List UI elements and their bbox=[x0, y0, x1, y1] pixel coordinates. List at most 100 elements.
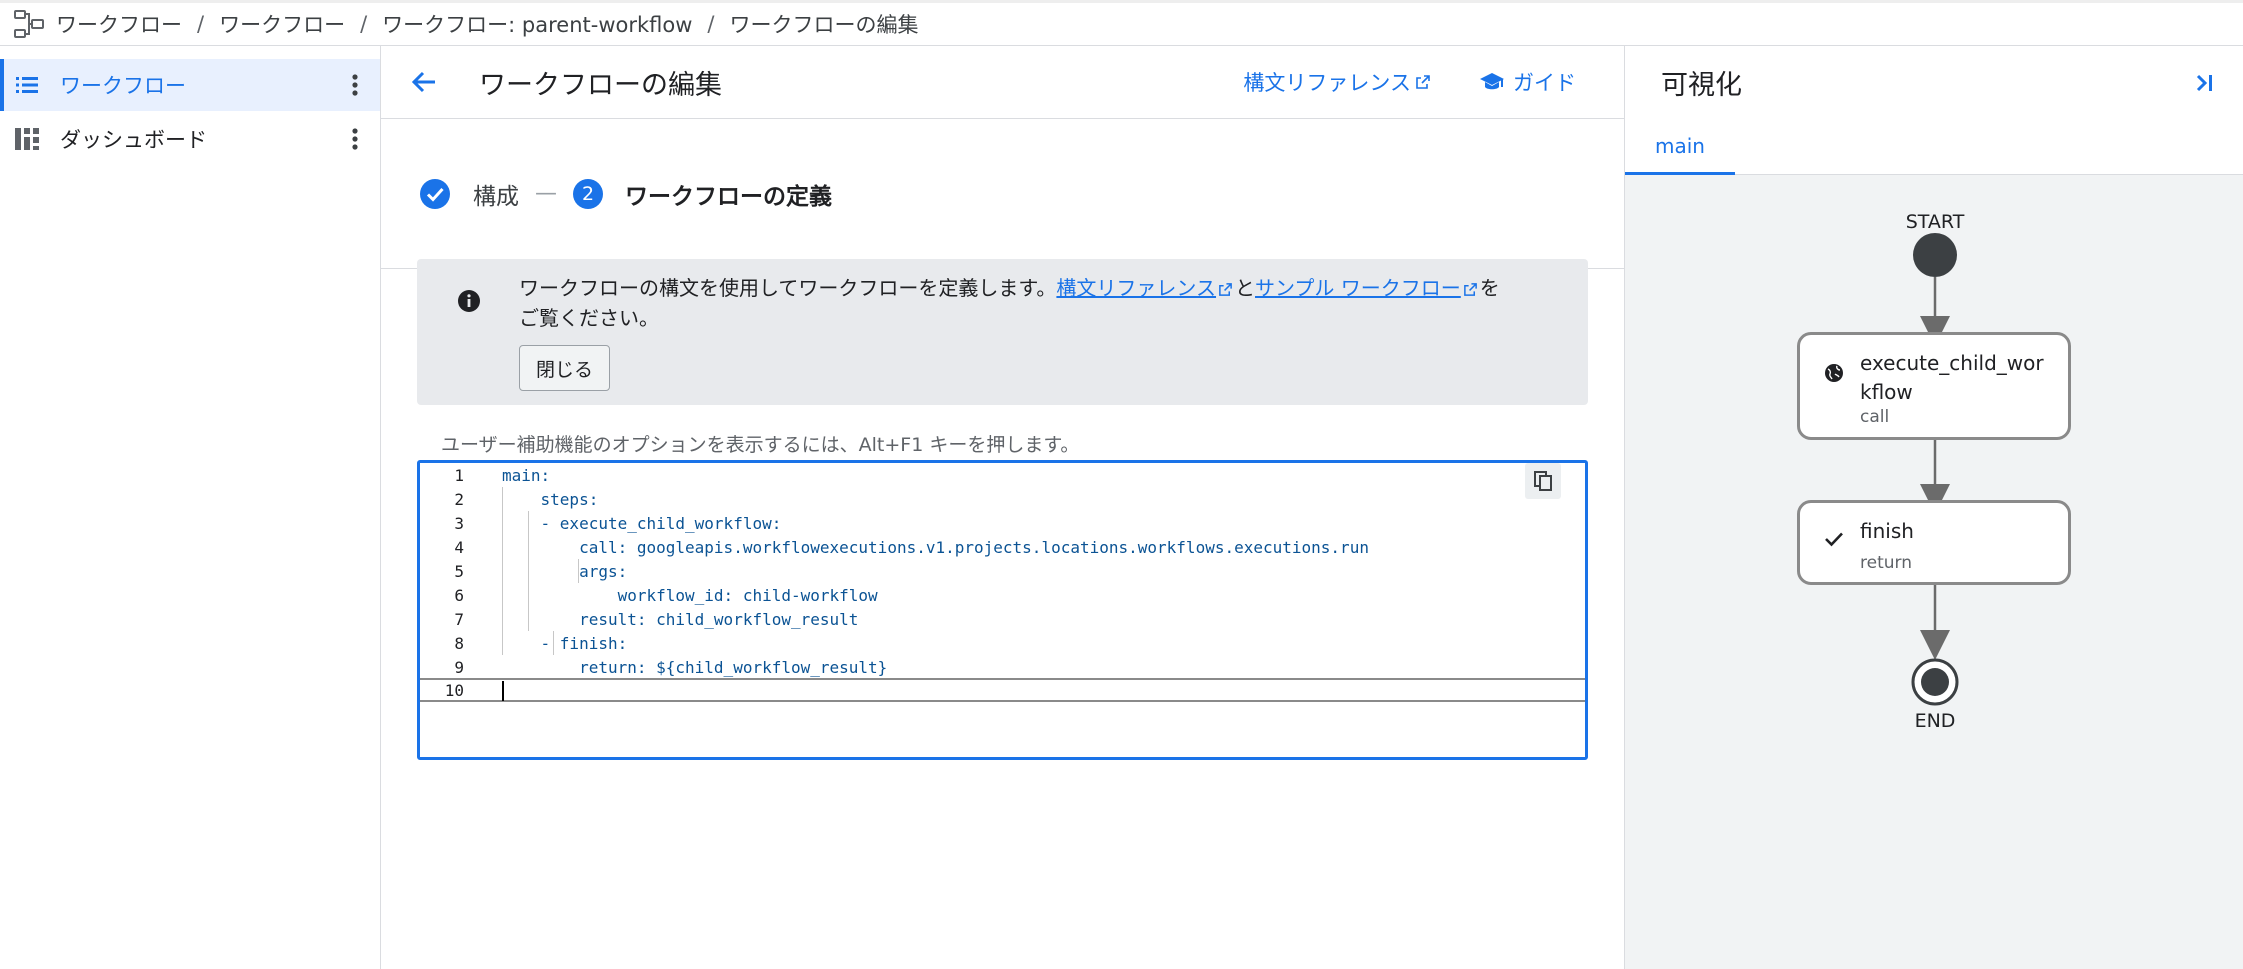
collapse-panel-icon[interactable] bbox=[2190, 68, 2220, 98]
line-number: 4 bbox=[454, 537, 464, 557]
line-number: 3 bbox=[454, 513, 464, 533]
code-line: 3 - execute_child_workflow: bbox=[420, 511, 1585, 535]
code-line: 2 steps: bbox=[420, 487, 1585, 511]
code-text: call: googleapis.workflowexecutions.v1.p… bbox=[502, 537, 1369, 557]
code-text: - finish: bbox=[502, 633, 628, 653]
step-2-label: ワークフローの定義 bbox=[625, 183, 832, 210]
breadcrumb-separator: / bbox=[707, 12, 715, 36]
step-1-label[interactable]: 構成 bbox=[473, 177, 519, 211]
code-text: args: bbox=[502, 561, 628, 581]
info-sample-workflow-link[interactable]: サンプル ワークフロー bbox=[1255, 276, 1461, 300]
list-icon bbox=[16, 77, 38, 93]
info-icon bbox=[458, 290, 480, 312]
guide-label: ガイド bbox=[1513, 71, 1576, 95]
line-number: 6 bbox=[454, 585, 464, 605]
end-node bbox=[1921, 668, 1949, 696]
code-line: 8 - finish: bbox=[420, 631, 1585, 655]
visualization-title: 可視化 bbox=[1661, 70, 1742, 101]
tab-main[interactable]: main bbox=[1625, 119, 1735, 175]
step-2-number: 2 bbox=[573, 178, 603, 209]
end-label: END bbox=[1914, 710, 1956, 732]
open-in-new-icon bbox=[1463, 283, 1477, 296]
breadcrumb-separator: / bbox=[197, 12, 205, 36]
page-title: ワークフローの編集 bbox=[479, 69, 722, 101]
copy-button[interactable] bbox=[1525, 463, 1561, 499]
node-name: finish bbox=[1860, 519, 1914, 543]
sidebar: ワークフロー ダッシュボード bbox=[0, 46, 381, 969]
node-name: execute_child_wor kflow bbox=[1860, 349, 2044, 407]
sidebar-item-label: ダッシュボード bbox=[60, 128, 207, 152]
code-editor[interactable]: 1 main: 2 steps: 3 - execute_child_workf… bbox=[417, 460, 1588, 760]
breadcrumb-item-workflows-2[interactable]: ワークフロー bbox=[219, 9, 345, 39]
code-text: main: bbox=[502, 465, 551, 485]
code-text: steps: bbox=[502, 489, 599, 509]
text-cursor bbox=[502, 681, 504, 701]
more-vert-icon[interactable] bbox=[350, 126, 360, 152]
sidebar-item-label: ワークフロー bbox=[60, 74, 186, 98]
sidebar-item-dashboard[interactable]: ダッシュボード bbox=[0, 113, 380, 165]
info-banner: ワークフローの構文を使用してワークフローを定義します。構文リファレンス とサンプル… bbox=[417, 259, 1588, 405]
syntax-reference-link[interactable]: 構文リファレンス bbox=[1243, 67, 1431, 97]
school-icon bbox=[1480, 73, 1504, 90]
copy-icon bbox=[1534, 471, 1552, 491]
step-separator: — bbox=[535, 181, 557, 206]
line-number: 10 bbox=[444, 680, 464, 700]
start-label: START bbox=[1905, 211, 1965, 233]
open-in-new-icon bbox=[1416, 75, 1430, 89]
info-text-before: ワークフローの構文を使用してワークフローを定義します。 bbox=[519, 276, 1057, 300]
syntax-reference-label: 構文リファレンス bbox=[1243, 71, 1411, 95]
info-message: ワークフローの構文を使用してワークフローを定義します。構文リファレンス とサンプル… bbox=[519, 273, 1559, 333]
breadcrumb-separator: / bbox=[360, 12, 368, 36]
guide-link[interactable]: ガイド bbox=[1479, 67, 1576, 97]
check-icon bbox=[1825, 532, 1843, 547]
breadcrumb-item-workflows[interactable]: ワークフロー bbox=[56, 9, 182, 39]
code-text: workflow_id: child-workflow bbox=[502, 585, 878, 605]
code-line-current[interactable]: 10 bbox=[420, 678, 1585, 702]
back-arrow-icon[interactable] bbox=[407, 65, 441, 99]
node-name-line1: execute_child_wor bbox=[1860, 351, 2044, 375]
code-line: 5 args: bbox=[420, 559, 1585, 583]
code-line: 6 workflow_id: child-workflow bbox=[420, 583, 1585, 607]
line-number: 5 bbox=[454, 561, 464, 581]
start-node bbox=[1913, 233, 1957, 277]
workflows-product-icon bbox=[14, 10, 44, 38]
code-line: 4 call: googleapis.workflowexecutions.v1… bbox=[420, 535, 1585, 559]
breadcrumb: ワークフロー / ワークフロー / ワークフロー: parent-workflo… bbox=[0, 0, 2243, 46]
node-type: return bbox=[1860, 553, 1912, 573]
stepper: 構成 — 2 ワークフローの定義 bbox=[381, 119, 1624, 269]
code-line: 7 result: child_workflow_result bbox=[420, 607, 1585, 631]
info-text-mid: と bbox=[1235, 276, 1256, 300]
code-text: return: ${child_workflow_result} bbox=[502, 657, 888, 677]
line-number: 7 bbox=[454, 609, 464, 629]
info-text-after: を bbox=[1479, 276, 1500, 300]
accessibility-hint: ユーザー補助機能のオプションを表示するには、Alt+F1 キーを押します。 bbox=[441, 434, 1080, 456]
page-header: ワークフローの編集 構文リファレンス ガイド bbox=[381, 46, 1624, 119]
code-line: 9 return: ${child_workflow_result} bbox=[420, 655, 1585, 679]
close-button[interactable]: 閉じる bbox=[519, 345, 611, 391]
more-vert-icon[interactable] bbox=[350, 72, 360, 98]
node-execute-child-workflow[interactable]: execute_child_wor kflow call bbox=[1797, 332, 2071, 440]
node-type: call bbox=[1860, 407, 1890, 427]
info-text-line2: ご覧ください。 bbox=[519, 306, 659, 330]
main-content: ワークフローの編集 構文リファレンス ガイド 構成 — 2 ワークフローの定義 bbox=[381, 46, 1624, 969]
line-number: 8 bbox=[454, 633, 464, 653]
workflow-graph: START END execute_child_wor kflow call f… bbox=[1625, 175, 2243, 969]
sidebar-item-workflows[interactable]: ワークフロー bbox=[0, 59, 380, 111]
line-number: 1 bbox=[454, 465, 464, 485]
check-circle-icon bbox=[420, 178, 450, 209]
visualization-tabs: main bbox=[1625, 119, 2243, 175]
visualization-header: 可視化 bbox=[1625, 46, 2243, 119]
code-line: 1 main: bbox=[420, 463, 1585, 487]
dashboard-icon bbox=[15, 128, 39, 150]
visualization-panel: 可視化 main START END execute_child_wor kfl… bbox=[1624, 46, 2243, 969]
node-name-line2: kflow bbox=[1860, 380, 1913, 404]
code-text: result: child_workflow_result bbox=[502, 609, 859, 629]
line-number: 2 bbox=[454, 489, 464, 509]
info-syntax-reference-link[interactable]: 構文リファレンス bbox=[1056, 276, 1216, 300]
line-number: 9 bbox=[454, 657, 464, 677]
open-in-new-icon bbox=[1219, 283, 1232, 296]
code-text: - execute_child_workflow: bbox=[502, 513, 782, 533]
globe-icon bbox=[1825, 364, 1843, 382]
breadcrumb-item-workflow-detail[interactable]: ワークフロー: parent-workflow bbox=[382, 9, 692, 39]
node-finish[interactable]: finish return bbox=[1797, 500, 2071, 585]
